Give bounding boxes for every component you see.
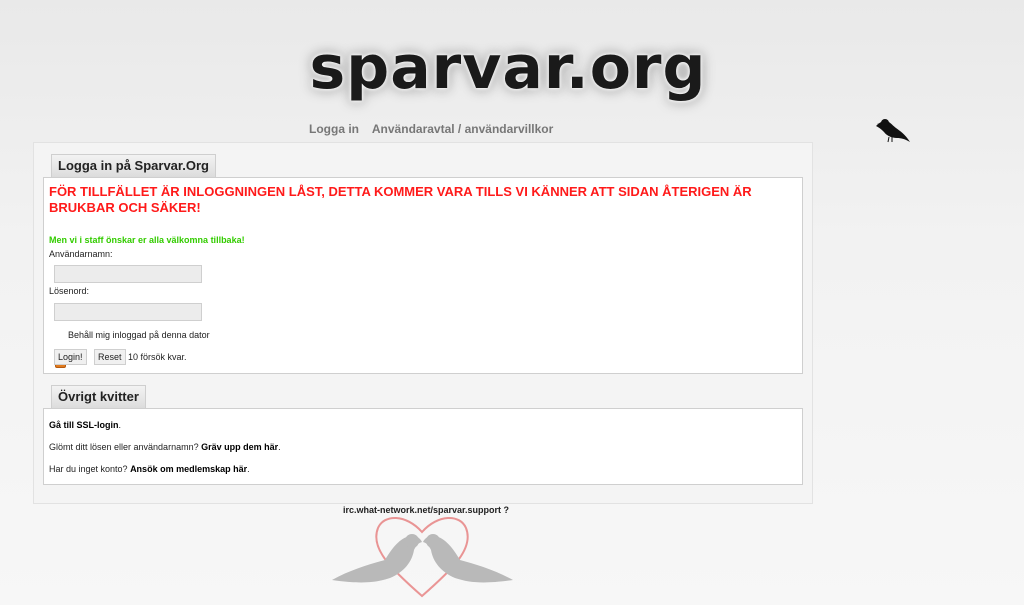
welcome-message: Men vi i staff önskar er alla välkomna t… (49, 235, 245, 245)
top-nav: Logga in Användaravtal / användarvillkor (309, 122, 563, 136)
content-wrapper: Logga in på Sparvar.Org FÖR TILLFÄLLET Ä… (33, 142, 813, 504)
ssl-suffix: . (118, 420, 122, 430)
ssl-login-link[interactable]: Gå till SSL-login (49, 420, 119, 430)
signup-prefix: Har du inget konto? (49, 464, 131, 474)
password-input[interactable] (54, 303, 202, 321)
kissing-birds-heart-icon (332, 517, 513, 598)
username-label: Användarnamn: (49, 249, 113, 259)
remember-me-label: Behåll mig inloggad på denna dator (68, 330, 210, 340)
forgot-suffix: . (278, 442, 281, 452)
login-button[interactable]: Login! (54, 349, 87, 365)
logo-text: sparvar.org (309, 33, 707, 103)
misc-tab: Övrigt kvitter (51, 385, 146, 408)
login-tab: Logga in på Sparvar.Org (51, 154, 216, 177)
ssl-line: Gå till SSL-login. (49, 420, 121, 430)
login-locked-warning: FÖR TILLFÄLLET ÄR INLOGGNINGEN LÅST, DET… (49, 184, 752, 215)
nav-terms-link[interactable]: Användaravtal / användarvillkor (372, 122, 553, 136)
signup-line: Har du inget konto? Ansök om medlemskap … (49, 464, 250, 474)
signup-suffix: . (247, 464, 250, 474)
login-panel: FÖR TILLFÄLLET ÄR INLOGGNINGEN LÅST, DET… (43, 177, 803, 374)
misc-panel: Gå till SSL-login. Glömt ditt lösen elle… (43, 408, 803, 485)
forgot-prefix: Glömt ditt lösen eller användarnamn? (49, 442, 202, 452)
nav-login-link[interactable]: Logga in (309, 122, 359, 136)
remaining-tries-text: 10 försök kvar. (128, 352, 187, 362)
bird-icon (876, 119, 910, 143)
reset-button[interactable]: Reset (94, 349, 126, 365)
signup-link[interactable]: Ansök om medlemskap här (130, 464, 247, 474)
forgot-line: Glömt ditt lösen eller användarnamn? Grä… (49, 442, 281, 452)
forgot-link[interactable]: Gräv upp dem här (201, 442, 278, 452)
password-label: Lösenord: (49, 286, 90, 296)
username-input[interactable] (54, 265, 202, 283)
site-logo[interactable]: sparvar.org (258, 28, 758, 108)
